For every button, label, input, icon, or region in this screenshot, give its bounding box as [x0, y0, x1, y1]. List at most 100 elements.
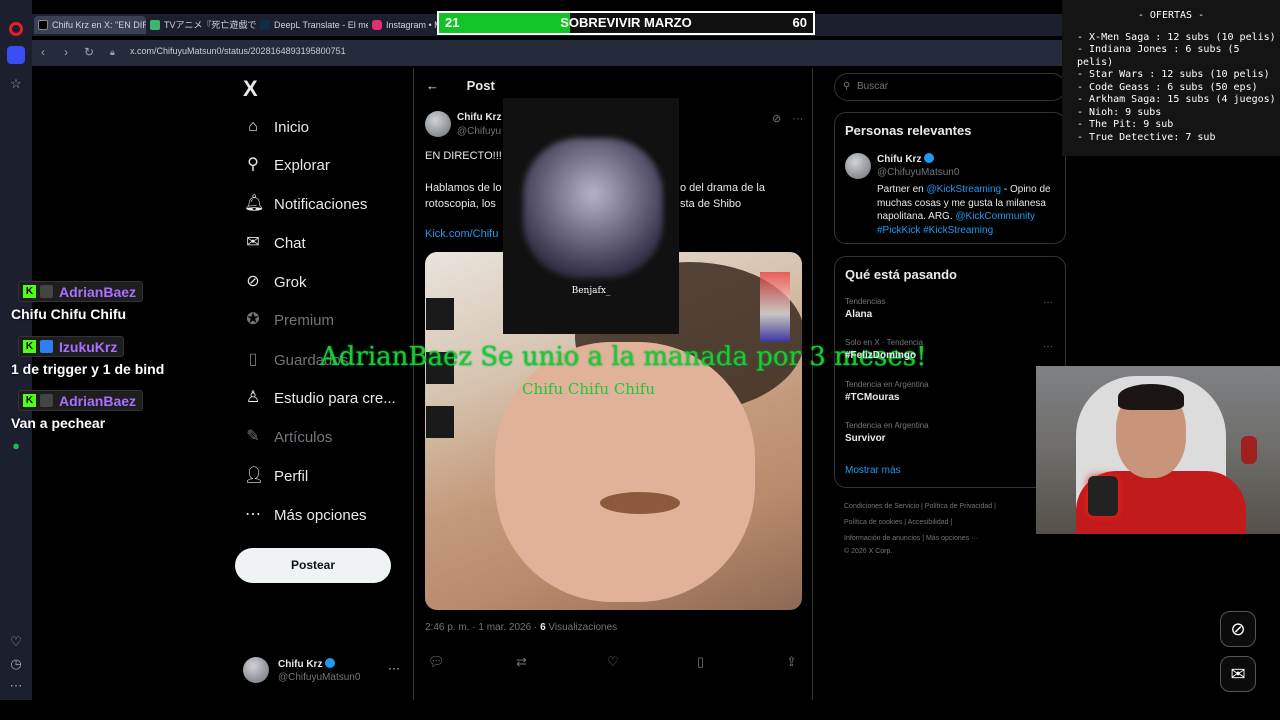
nav-label: Perfil — [274, 467, 309, 485]
offer-item: - Arkham Saga: 15 subs (4 juegos) — [1077, 94, 1276, 105]
author-name[interactable]: Chifu Krz — [457, 112, 501, 123]
nav-creator-studio[interactable]: ♙ Estudio para cre... — [244, 384, 396, 412]
sub-badge-icon — [40, 340, 53, 353]
heart-icon[interactable]: ♡ — [8, 634, 24, 650]
overlay-block — [426, 298, 454, 330]
back-icon[interactable]: ‹ — [41, 45, 45, 59]
trend-more-icon[interactable]: ··· — [1043, 341, 1053, 352]
account-more-icon[interactable]: ··· — [388, 661, 400, 675]
avatar — [243, 657, 269, 683]
offer-item: - Nioh: 9 subs — [1077, 106, 1162, 118]
post-button[interactable]: Postear — [235, 548, 391, 583]
nav-label: Notificaciones — [274, 195, 368, 213]
page-title: Post — [466, 78, 495, 93]
share-icon[interactable]: ⇪ — [786, 654, 797, 670]
x-logo[interactable]: X — [243, 76, 258, 102]
nav-explore[interactable]: ⚲ Explorar — [244, 151, 330, 179]
trend-more-icon[interactable]: ··· — [1043, 297, 1053, 308]
post-header: ← Post — [426, 78, 495, 93]
back-arrow-icon[interactable]: ← — [426, 78, 439, 93]
bio-link[interactable]: @KickCommunity — [955, 211, 1035, 222]
nav-chat[interactable]: ✉ Chat — [244, 229, 305, 257]
nav-more-options[interactable]: ⋯ Más opciones — [244, 501, 367, 529]
stream-link[interactable]: Kick.com/Chifu — [425, 228, 498, 240]
sub-alert-message: Chifu Chifu Chifu — [522, 380, 655, 398]
url-field[interactable]: x.com/ChifuyuMatsun0/status/202816489319… — [130, 46, 346, 56]
trend-name[interactable]: #TCMouras — [845, 392, 899, 403]
account-name: Chifu Krz — [278, 659, 323, 670]
rel-name-row[interactable]: Chifu Krz — [877, 153, 935, 165]
sub-badge-icon — [40, 394, 53, 407]
trend-name[interactable]: #FelizDomingo — [845, 350, 916, 361]
trend-name[interactable]: Survivor — [845, 433, 886, 444]
like-icon[interactable]: ♡ — [607, 654, 619, 670]
overlay-video: Benjafx_ — [503, 98, 679, 334]
bookmark-icon[interactable]: ▯ — [697, 654, 704, 670]
opera-logo-icon[interactable] — [9, 22, 23, 36]
footer-links[interactable]: Información de anuncios | Más opciones ·… — [844, 535, 978, 542]
post-text-line: o del drama de la — [680, 182, 765, 194]
nav-articles[interactable]: ✎ Artículos — [244, 423, 332, 451]
more-dots-icon[interactable]: ⋯ — [8, 678, 24, 694]
nav-profile[interactable]: 👤︎ Perfil — [244, 462, 308, 490]
nav-home[interactable]: ⌂ Inicio — [244, 113, 309, 141]
show-more-link[interactable]: Mostrar más — [845, 465, 901, 476]
history-icon[interactable]: ◷ — [8, 656, 24, 672]
author-handle[interactable]: @Chifuyu — [457, 126, 501, 137]
star-icon[interactable]: ☆ — [8, 76, 24, 92]
articles-icon: ✎ — [246, 428, 260, 445]
avatar[interactable] — [425, 111, 451, 137]
nav-grok[interactable]: ⊘ Grok — [244, 268, 306, 296]
trend-category: Solo en X · Tendencia — [845, 338, 924, 347]
chat-message: Van a pechear — [11, 415, 106, 431]
nav-notifications[interactable]: 🔔︎ Notificaciones — [244, 190, 367, 218]
chat-username: AdrianBaez — [59, 283, 137, 300]
reply-icon[interactable]: 💬︎ — [428, 654, 445, 670]
messages-icon[interactable]: ✉ — [1220, 656, 1256, 692]
tab-deepl[interactable]: DeepL Translate - El mejor — [256, 16, 368, 34]
spotify-icon[interactable]: ● — [8, 438, 24, 454]
grok-icon: ⊘ — [246, 273, 260, 290]
grok-icon[interactable]: ⊘ — [1220, 611, 1256, 647]
home-speed-dial-icon[interactable] — [7, 46, 25, 64]
tab-instagram[interactable]: Instagram • M — [368, 16, 438, 34]
repost-icon[interactable]: ⇄ — [516, 654, 527, 670]
footer-links[interactable]: Condiciones de Servicio | Política de Pr… — [844, 503, 996, 510]
offer-item: - Code Geass : 6 subs (50 eps) — [1077, 81, 1258, 93]
more-icon: ⋯ — [245, 506, 261, 523]
bio-text: - Opino de — [1001, 184, 1051, 195]
bio-text: muchas cosas y me gusta la milanesa — [877, 197, 1046, 209]
sub-badge-icon — [40, 285, 53, 298]
verified-badge-icon — [325, 658, 336, 668]
webcam-lamp — [1241, 436, 1257, 464]
post-meta: 2:46 p. m. · 1 mar. 2026 · 6 Visualizaci… — [425, 622, 617, 633]
video-blur — [523, 138, 663, 278]
search-icon: ⚲ — [843, 81, 851, 92]
bio-text: Partner en — [877, 184, 927, 195]
bio-link[interactable]: @KickStreaming — [926, 184, 1001, 195]
overlay-block — [426, 406, 454, 438]
goal-title: SOBREVIVIR MARZO — [560, 15, 692, 30]
footer-links[interactable]: Política de cookies | Accesibilidad | — [844, 519, 952, 526]
chat-user-badge: K AdrianBaez — [18, 281, 144, 302]
goal-target: 60 — [792, 15, 807, 30]
offer-item: - Star Wars : 12 subs (10 pelis) — [1077, 69, 1270, 80]
tab-anime[interactable]: TVアニメ『死亡遊戯で飯を食 — [146, 16, 256, 34]
grok-icon[interactable]: ⊘ — [772, 113, 781, 125]
profile-icon: 👤︎ — [244, 467, 265, 484]
deepl-favicon-icon — [260, 20, 270, 30]
bookmark-icon: ▯ — [248, 351, 258, 368]
bio-hashtags[interactable]: #PickKick #KickStreaming — [877, 225, 993, 236]
rel-bio: Partner en @KickStreaming - Opino de muc… — [877, 183, 1063, 237]
trend-name[interactable]: Alana — [845, 309, 872, 320]
tab-label: TVアニメ『死亡遊戯で飯を食 — [164, 20, 256, 30]
bio-text: napolitana. ARG. — [877, 211, 956, 222]
tab-x-post[interactable]: Chifu Krz en X: "EN DIREC — [34, 16, 146, 34]
more-icon[interactable]: ··· — [792, 113, 803, 125]
tab-label: Instagram • M — [386, 20, 438, 30]
reload-icon[interactable]: ↻ — [84, 45, 94, 59]
nav-premium[interactable]: ✪ Premium — [244, 306, 334, 334]
avatar[interactable] — [845, 153, 871, 179]
forward-icon[interactable]: › — [64, 45, 68, 59]
search-input[interactable]: ⚲ Buscar — [834, 73, 1066, 101]
